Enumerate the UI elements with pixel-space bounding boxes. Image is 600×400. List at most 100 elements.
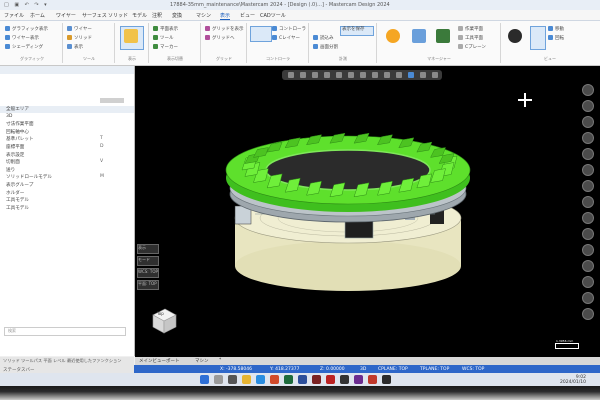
status-cplane[interactable]: CPLANE: TOP <box>378 367 408 372</box>
grid-icon[interactable] <box>384 72 390 78</box>
panel-row-label[interactable]: ホルダー <box>6 190 24 196</box>
app-icon[interactable] <box>340 375 349 384</box>
tool-button-icon[interactable] <box>582 148 594 160</box>
tab-wireframe[interactable]: ワイヤー <box>56 12 76 19</box>
rotate-button[interactable]: 回転 <box>548 35 564 41</box>
app-icon[interactable] <box>312 375 321 384</box>
manager-button-2[interactable]: 工具平面 <box>458 35 483 41</box>
task-view-icon[interactable] <box>228 375 237 384</box>
system-clock[interactable]: 9:02 2024/01/10 <box>560 375 586 385</box>
display-mode-button[interactable]: 表示 <box>137 244 159 254</box>
rotate-icon[interactable] <box>336 72 342 78</box>
tool-button-icon[interactable] <box>582 308 594 320</box>
app-icon[interactable] <box>382 375 391 384</box>
wcs-button[interactable]: WCS: TOP <box>137 268 159 278</box>
tool-button-icon[interactable] <box>582 212 594 224</box>
tab-surfaces[interactable]: サーフェス <box>82 12 107 19</box>
mastercam-icon[interactable] <box>326 375 335 384</box>
tool-button-icon[interactable] <box>582 116 594 128</box>
explorer-icon[interactable] <box>242 375 251 384</box>
panel-toolbar[interactable] <box>100 98 124 103</box>
tool-button-icon[interactable] <box>582 292 594 304</box>
tab-extra[interactable]: * <box>219 358 221 363</box>
panel-row-label[interactable]: 全般エリア <box>6 106 29 112</box>
status-wcs[interactable]: WCS: TOP <box>462 367 484 372</box>
view-cube[interactable]: Top <box>148 305 178 335</box>
panel-row-label[interactable]: 工具モデル <box>6 205 29 211</box>
panel-row-label[interactable]: 3D <box>6 114 12 119</box>
grid-button-1[interactable]: グリッドを表示 <box>205 26 244 32</box>
tool-button-icon[interactable] <box>582 132 594 144</box>
panel-row-label[interactable]: 送り <box>6 167 15 173</box>
manager-button-1[interactable]: 作業平面 <box>458 26 483 32</box>
quick-access-toolbar[interactable]: □ ▣ ↶ ↷ ▾ <box>4 2 49 8</box>
panel-row-label[interactable]: 回転軸中心 <box>6 129 29 135</box>
excel-icon[interactable] <box>284 375 293 384</box>
select-icon[interactable] <box>288 72 294 78</box>
camera-icon[interactable] <box>508 29 522 43</box>
ortho-icon[interactable] <box>396 72 402 78</box>
tab-machine-view[interactable]: マシン <box>195 358 209 364</box>
status-mode[interactable]: 3D <box>360 367 366 372</box>
tab-view[interactable]: 表示 <box>220 12 231 20</box>
panel-row-label[interactable]: 切削面 <box>6 159 20 165</box>
panel-row-label[interactable]: 座標平面 <box>6 144 24 150</box>
app-icon[interactable] <box>368 375 377 384</box>
plane-button[interactable]: 平面: TOP <box>137 280 159 290</box>
grid-button-2[interactable]: グリッドへ <box>205 35 235 41</box>
manager-button-3[interactable]: Cプレーン <box>458 44 486 50</box>
pan-icon[interactable] <box>312 72 318 78</box>
tool-button-icon[interactable] <box>582 196 594 208</box>
panel-row-label[interactable]: 表示グループ <box>6 182 33 188</box>
tool-button-3[interactable]: 表示 <box>67 44 83 50</box>
panel-row-label[interactable]: 表示設定 <box>6 152 24 158</box>
more-icon[interactable] <box>432 72 438 78</box>
tab-machine[interactable]: マシン <box>196 12 211 19</box>
c-plane-icon[interactable] <box>436 29 450 43</box>
wcs-icon[interactable] <box>408 72 414 78</box>
edge-icon[interactable] <box>256 375 265 384</box>
tool-button-icon[interactable] <box>582 180 594 192</box>
panel-row-label[interactable]: 工具モデル <box>6 197 29 203</box>
word-icon[interactable] <box>298 375 307 384</box>
tab-annotate[interactable]: 注釈 <box>152 12 162 19</box>
graphics-button-3[interactable]: シェーディング <box>5 44 43 50</box>
search-icon[interactable] <box>214 375 223 384</box>
tool-button-icon[interactable] <box>582 164 594 176</box>
start-icon[interactable] <box>200 375 209 384</box>
controller-button-1[interactable]: コントローラ <box>272 26 306 32</box>
tab-transform[interactable]: 変換 <box>172 12 182 19</box>
selected-view-button[interactable] <box>530 26 546 50</box>
tab-main-viewport[interactable]: メインビューポート <box>139 358 180 364</box>
tab-home[interactable]: ホーム <box>30 12 45 19</box>
load-view-button[interactable]: 読込み <box>313 35 334 41</box>
switch-button-1[interactable]: 平面表示 <box>153 26 178 32</box>
panel-row-label[interactable]: 寸法作業平面 <box>6 121 34 127</box>
switch-button-2[interactable]: ツール <box>153 35 174 41</box>
zoom-icon[interactable] <box>324 72 330 78</box>
status-tplane[interactable]: TPLANE: TOP <box>420 367 449 372</box>
office-icon[interactable] <box>270 375 279 384</box>
tool-button-icon[interactable] <box>582 228 594 240</box>
mode-button[interactable]: モード <box>137 256 159 266</box>
switch-button-3[interactable]: マーカー <box>153 44 178 50</box>
panel-row-label[interactable]: ソリッドロールモデル <box>6 174 52 180</box>
app-icon[interactable] <box>354 375 363 384</box>
view-toolbar[interactable] <box>282 70 442 80</box>
filter-icon[interactable] <box>300 72 306 78</box>
tab-file[interactable]: ファイル <box>4 12 24 19</box>
tool-button-icon[interactable] <box>582 100 594 112</box>
controller-button-2[interactable]: Cレイヤー <box>272 35 300 41</box>
move-button[interactable]: 移動 <box>548 26 564 32</box>
tab-solids[interactable]: ソリッド <box>108 12 128 19</box>
search-input[interactable]: 検索 <box>4 327 126 336</box>
tool-button-icon[interactable] <box>582 260 594 272</box>
layer-icon[interactable] <box>420 72 426 78</box>
tool-button-icon[interactable] <box>582 276 594 288</box>
tab-model[interactable]: モデル <box>132 12 147 19</box>
tool-button-2[interactable]: ソリッド <box>67 35 92 41</box>
tool-plane-icon[interactable] <box>412 29 426 43</box>
tab-cad-tools[interactable]: CADツール <box>260 12 286 19</box>
tab-views[interactable]: ビュー <box>240 12 255 19</box>
graphics-button-2[interactable]: ワイヤー表示 <box>5 35 39 41</box>
